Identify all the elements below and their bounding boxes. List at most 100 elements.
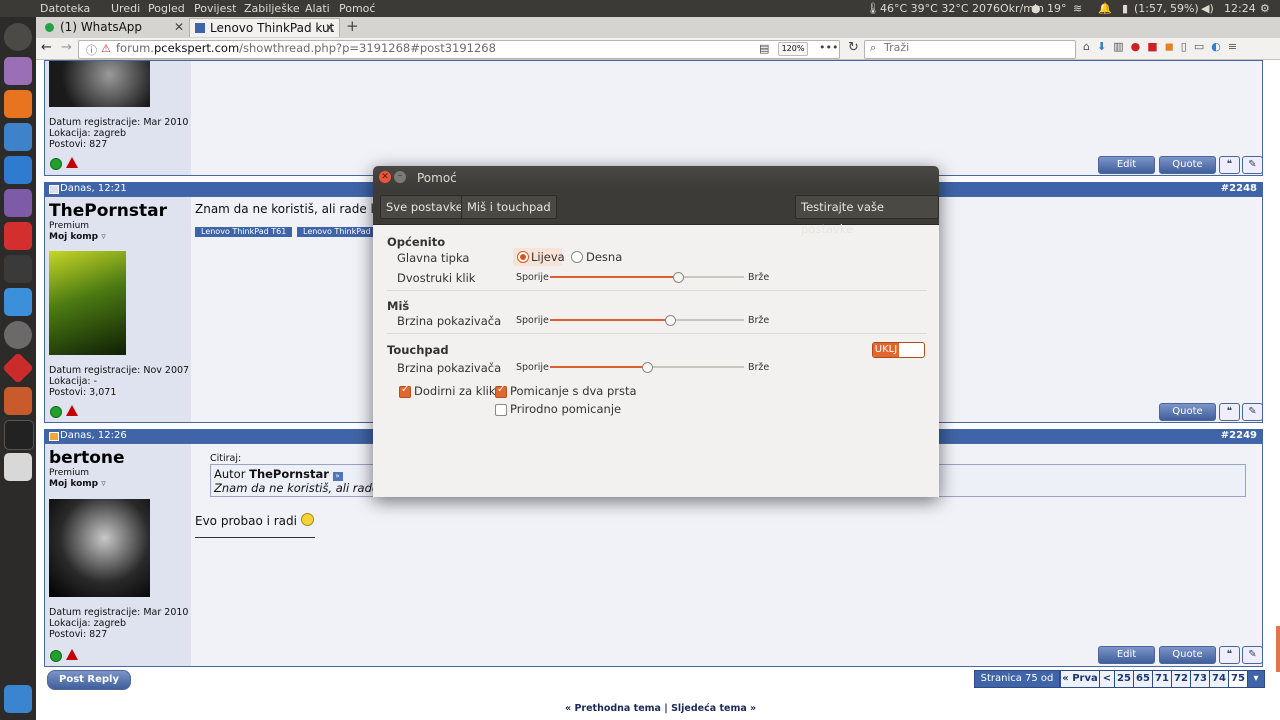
tap-to-click-checkbox[interactable] bbox=[399, 384, 411, 398]
battery-readout[interactable]: (1:57, 59%) bbox=[1134, 2, 1199, 15]
touchpad-toggle[interactable]: UKLJ bbox=[872, 342, 925, 358]
pager-current-page[interactable]: 75 bbox=[1228, 670, 1248, 688]
avatar[interactable] bbox=[49, 251, 126, 355]
settings-icon[interactable] bbox=[4, 387, 32, 415]
anbox-icon[interactable] bbox=[2, 352, 34, 384]
edit-button[interactable]: Edit bbox=[1098, 646, 1155, 664]
pager-dropdown-icon[interactable]: ▾ bbox=[1247, 670, 1265, 688]
battery-icon[interactable]: ▮ bbox=[1122, 2, 1128, 15]
extension-icon[interactable]: ● bbox=[1131, 40, 1148, 53]
slider-handle[interactable] bbox=[642, 362, 653, 373]
multi-quote-icon[interactable]: ❝ bbox=[1219, 156, 1240, 174]
mouse-touchpad-button[interactable]: Miš i touchpad bbox=[461, 195, 557, 219]
avatar[interactable] bbox=[49, 61, 150, 107]
all-settings-button[interactable]: Sve postavke bbox=[380, 195, 469, 219]
pager-page[interactable]: 74 bbox=[1209, 670, 1229, 688]
quote-author[interactable]: ThePornstar bbox=[249, 467, 329, 481]
scrollbar-thumb[interactable] bbox=[1276, 626, 1280, 672]
close-tab-icon[interactable]: ✕ bbox=[174, 18, 184, 37]
sync-icon[interactable]: ◐ bbox=[1211, 40, 1228, 53]
adblock-icon[interactable]: ■ bbox=[1147, 40, 1164, 53]
pager-page[interactable]: 71 bbox=[1152, 670, 1172, 688]
natural-scroll-checkbox[interactable] bbox=[495, 404, 507, 416]
post-number[interactable]: #2249 bbox=[1221, 429, 1257, 443]
zoom-level[interactable]: 120% bbox=[778, 42, 808, 56]
quick-reply-icon[interactable]: ✎ bbox=[1242, 156, 1263, 174]
software-center-icon[interactable] bbox=[4, 222, 32, 250]
report-icon[interactable] bbox=[66, 649, 78, 660]
download-icon[interactable]: ⬇ bbox=[1097, 40, 1113, 53]
dash-icon[interactable] bbox=[4, 23, 32, 51]
previous-thread-link[interactable]: « Prethodna tema bbox=[565, 703, 661, 714]
sensor-readout[interactable]: 46°C 39°C 32°C 2076Okr/min bbox=[880, 2, 1044, 15]
thermometer-icon[interactable]: 🌡 bbox=[866, 2, 880, 15]
tab-lenovo[interactable]: Lenovo ThinkPad kut ✕ bbox=[189, 18, 340, 37]
menu-hamburger-icon[interactable]: ≡ bbox=[1228, 40, 1244, 53]
slider-handle[interactable] bbox=[673, 272, 685, 283]
quick-reply-icon[interactable]: ✎ bbox=[1242, 403, 1263, 421]
left-radio[interactable] bbox=[517, 251, 529, 263]
mouse-speed-slider[interactable] bbox=[550, 315, 744, 326]
quick-reply-icon[interactable]: ✎ bbox=[1242, 646, 1263, 664]
pager-prev[interactable]: < bbox=[1099, 670, 1115, 688]
menu-pomoc[interactable]: Pomoć bbox=[339, 2, 375, 15]
reader-view-icon[interactable]: ▤ bbox=[759, 42, 769, 55]
calculator-icon[interactable] bbox=[4, 255, 32, 283]
pager-page[interactable]: 73 bbox=[1190, 670, 1210, 688]
multi-quote-icon[interactable]: ❝ bbox=[1219, 646, 1240, 664]
pager-first[interactable]: « Prva bbox=[1060, 670, 1100, 688]
menu-zabiljeske[interactable]: Zabilješke bbox=[244, 2, 300, 15]
tab-whatsapp[interactable]: (1) WhatsApp ✕ bbox=[40, 18, 188, 37]
camera-icon[interactable] bbox=[4, 288, 32, 316]
files-icon[interactable] bbox=[4, 57, 32, 85]
close-tab-icon[interactable]: ✕ bbox=[325, 19, 335, 38]
pocket-icon[interactable]: ◼ bbox=[1165, 40, 1181, 53]
minimize-icon[interactable]: – bbox=[394, 171, 406, 183]
clock[interactable]: 12:24 bbox=[1224, 2, 1256, 15]
weather-temp[interactable]: 19° bbox=[1047, 2, 1067, 15]
wifi-icon[interactable]: ≋ bbox=[1073, 2, 1082, 15]
weather-icon[interactable]: ● bbox=[1031, 2, 1041, 15]
tag-t61[interactable]: Lenovo ThinkPad T61 bbox=[195, 227, 293, 237]
multi-quote-icon[interactable]: ❝ bbox=[1219, 403, 1240, 421]
screenshot-icon[interactable]: ▭ bbox=[1194, 40, 1211, 53]
two-finger-scroll-checkbox[interactable] bbox=[495, 384, 507, 398]
report-icon[interactable] bbox=[66, 157, 78, 168]
next-thread-link[interactable]: Sljedeća tema » bbox=[671, 703, 756, 714]
volume-icon[interactable]: ◀) bbox=[1201, 2, 1214, 15]
tag-thinkpad[interactable]: Lenovo ThinkPad bbox=[297, 227, 377, 237]
username[interactable]: bertone bbox=[49, 448, 125, 468]
mail-icon[interactable] bbox=[4, 123, 32, 151]
library-icon[interactable]: ▥ bbox=[1113, 40, 1130, 53]
menu-povijest[interactable]: Povijest bbox=[194, 2, 236, 15]
my-computer-link[interactable]: Moj komp ▿ bbox=[49, 479, 106, 489]
right-radio[interactable] bbox=[571, 251, 583, 263]
my-computer-link[interactable]: Moj komp ▿ bbox=[49, 232, 106, 242]
username[interactable]: ThePornstar bbox=[49, 201, 167, 221]
terminal-icon[interactable] bbox=[4, 420, 34, 450]
left-button-option[interactable]: Lijeva bbox=[513, 248, 565, 266]
menu-pogled[interactable]: Pogled bbox=[148, 2, 185, 15]
close-icon[interactable]: ✕ bbox=[379, 171, 391, 183]
pager-page[interactable]: 65 bbox=[1133, 670, 1153, 688]
power-gear-icon[interactable]: ⚙ bbox=[1260, 2, 1270, 15]
pager-page[interactable]: 72 bbox=[1171, 670, 1191, 688]
menu-alati[interactable]: Alati bbox=[305, 2, 330, 15]
quote-button[interactable]: Quote bbox=[1159, 403, 1216, 421]
firefox-icon[interactable] bbox=[4, 90, 32, 118]
reload-icon[interactable]: ↻ bbox=[848, 40, 859, 55]
quote-button[interactable]: Quote bbox=[1159, 156, 1216, 174]
menu-uredi[interactable]: Uredi bbox=[111, 2, 140, 15]
post-number[interactable]: #2248 bbox=[1221, 182, 1257, 196]
sidebar-icon[interactable]: ▯ bbox=[1181, 40, 1194, 53]
avatar[interactable] bbox=[49, 499, 150, 597]
forward-icon[interactable]: → bbox=[61, 40, 72, 55]
post-reply-button[interactable]: Post Reply bbox=[47, 670, 131, 690]
double-click-slider[interactable] bbox=[550, 272, 744, 283]
menu-datoteka[interactable]: Datoteka bbox=[40, 2, 90, 15]
new-tab-icon[interactable]: + bbox=[346, 17, 359, 35]
mouse-settings-icon[interactable] bbox=[4, 453, 32, 481]
dialog-titlebar[interactable]: ✕ – Pomoć bbox=[373, 166, 939, 190]
trash-icon[interactable] bbox=[4, 685, 32, 713]
notes-icon[interactable] bbox=[4, 189, 32, 217]
